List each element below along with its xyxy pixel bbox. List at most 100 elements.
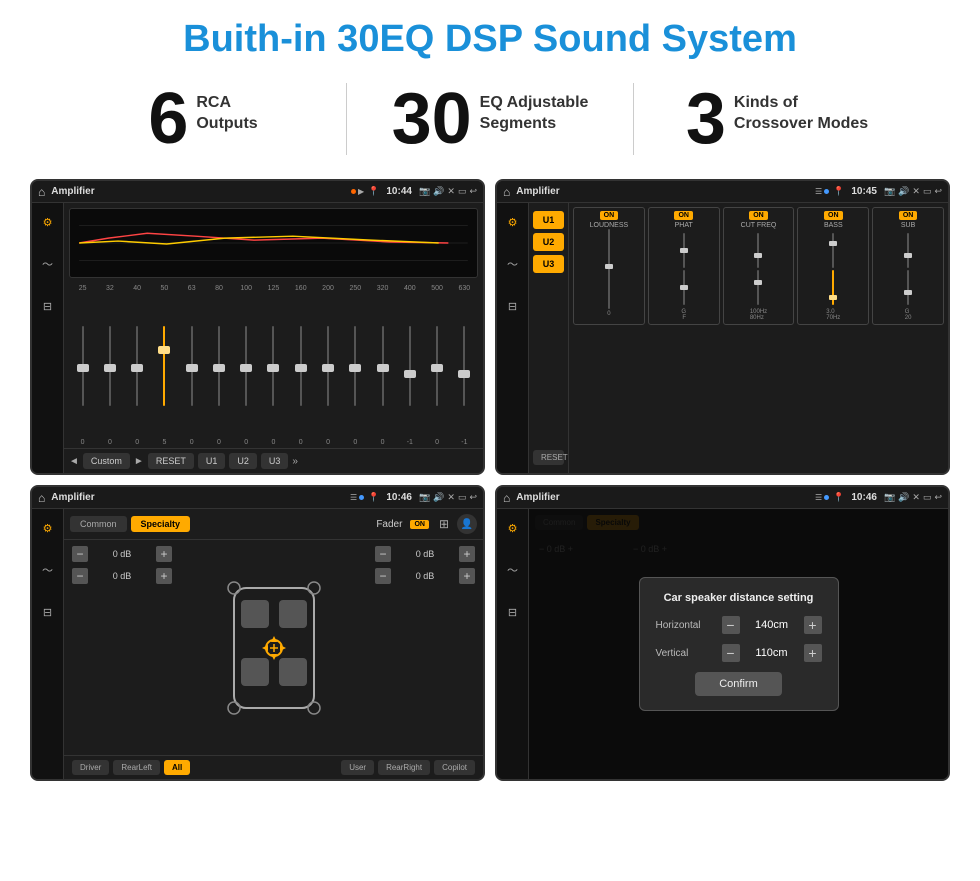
fader-left-plus1[interactable]: + [156, 546, 172, 562]
dialog-title-text: Car speaker distance setting [656, 592, 822, 604]
fader-sidebar-icon2[interactable]: 〜 [37, 559, 59, 581]
fader-tab-specialty[interactable]: Specialty [131, 516, 191, 532]
eq-u3-button[interactable]: U3 [261, 453, 289, 469]
dialog-status-bar: ⌂ Amplifier ☰ 📍 10:46 📷 🔊 ✕ ▭ ↩ [497, 487, 948, 509]
eq-slider-12[interactable] [369, 326, 396, 406]
eq-freq-250: 250 [342, 285, 369, 292]
eq-dot1 [351, 189, 356, 194]
eq-more-icon[interactable]: » [292, 456, 298, 467]
crossover-camera-icon: 📷 [884, 186, 895, 197]
dialog-time: 10:46 [851, 492, 877, 503]
fader-right-db-top: − 0 dB + [375, 546, 475, 562]
dialog-sidebar-icon3[interactable]: ⊟ [502, 601, 524, 623]
eq-home-icon[interactable]: ⌂ [38, 185, 45, 199]
eq-slider-3[interactable] [124, 326, 151, 406]
eq-freq-500: 500 [423, 285, 450, 292]
eq-slider-5[interactable] [178, 326, 205, 406]
dialog-dot [824, 495, 829, 500]
eq-reset-button[interactable]: RESET [148, 453, 194, 469]
fader-settings-icon[interactable]: 👤 [457, 514, 477, 534]
page-title: Buith-in 30EQ DSP Sound System [0, 0, 980, 71]
eq-slider-10[interactable] [314, 326, 341, 406]
fader-sidebar-icon1[interactable]: ⚙ [37, 517, 59, 539]
fader-left-plus2[interactable]: + [156, 568, 172, 584]
fader-left-db-top: − 0 dB + [72, 546, 172, 562]
eq-next-button[interactable]: ► [134, 456, 144, 467]
eq-slider-8[interactable] [260, 326, 287, 406]
crossover-reset-button[interactable]: RESET [533, 450, 564, 465]
fader-left-minus1[interactable]: − [72, 546, 88, 562]
eq-time: 10:44 [386, 186, 412, 197]
eq-sidebar-icon1[interactable]: ⚙ [37, 211, 59, 233]
fader-right-minus1[interactable]: − [375, 546, 391, 562]
fader-copilot-btn[interactable]: Copilot [434, 760, 475, 775]
stat-eq: 30 EQ AdjustableSegments [346, 83, 633, 155]
dialog-sidebar-icon1[interactable]: ⚙ [502, 517, 524, 539]
eq-screen: ⌂ Amplifier ▶ 📍 10:44 📷 🔊 ✕ ▭ ↩ ⚙ 〜 ⊟ [30, 179, 485, 475]
eq-val-12: 0 [369, 439, 396, 446]
eq-back-icon: ↩ [469, 186, 477, 197]
crossover-sidebar-icon3[interactable]: ⊟ [502, 295, 524, 317]
dialog-sidebar-icon2[interactable]: 〜 [502, 559, 524, 581]
crossover-sidebar-icon2[interactable]: 〜 [502, 253, 524, 275]
stat-rca-text: RCAOutputs [196, 83, 257, 135]
eq-main-area: 25 32 40 50 63 80 100 125 160 200 250 32… [64, 203, 483, 473]
vertical-plus-button[interactable]: + [804, 644, 822, 662]
dialog-home-icon[interactable]: ⌂ [503, 491, 510, 505]
eq-u2-button[interactable]: U2 [229, 453, 257, 469]
eq-controls: ◄ Custom ► RESET U1 U2 U3 » [64, 448, 483, 473]
eq-slider-1[interactable] [69, 326, 96, 406]
crossover-home-icon[interactable]: ⌂ [503, 185, 510, 199]
eq-slider-13[interactable] [396, 326, 423, 406]
fader-right-plus2[interactable]: + [459, 568, 475, 584]
phat-f-label: F [681, 315, 686, 321]
fader-close-icon: ✕ [447, 492, 455, 503]
eq-slider-9[interactable] [287, 326, 314, 406]
eq-slider-2[interactable] [96, 326, 123, 406]
bass-label: BASS [824, 222, 843, 229]
eq-minimize-icon: ▭ [458, 186, 467, 197]
crossover-sidebar-icon1[interactable]: ⚙ [502, 211, 524, 233]
fader-tab-row: Common Specialty Fader ON ⊞ 👤 [64, 509, 483, 540]
eq-u1-button[interactable]: U1 [198, 453, 226, 469]
fader-home-icon[interactable]: ⌂ [38, 491, 45, 505]
eq-slider-14[interactable] [423, 326, 450, 406]
eq-slider-7[interactable] [233, 326, 260, 406]
eq-play-icon: ▶ [358, 187, 364, 196]
fader-all-btn[interactable]: All [164, 760, 190, 775]
eq-slider-4[interactable] [151, 326, 178, 406]
eq-freq-25: 25 [69, 285, 96, 292]
confirm-button[interactable]: Confirm [695, 672, 782, 696]
eq-slider-15[interactable] [451, 326, 478, 406]
eq-custom-button[interactable]: Custom [83, 453, 130, 469]
eq-prev-button[interactable]: ◄ [69, 456, 79, 467]
crossover-u2-button[interactable]: U2 [533, 233, 564, 251]
fader-user-btn[interactable]: User [341, 760, 374, 775]
eq-sidebar-icon3[interactable]: ⊟ [37, 295, 59, 317]
horizontal-minus-button[interactable]: − [722, 616, 740, 634]
fader-rearright-btn[interactable]: RearRight [378, 760, 430, 775]
eq-sidebar-icon2[interactable]: 〜 [37, 253, 59, 275]
eq-freq-630: 630 [451, 285, 478, 292]
eq-freq-100: 100 [233, 285, 260, 292]
fader-right-val2: 0 dB [394, 571, 456, 581]
crossover-u1-button[interactable]: U1 [533, 211, 564, 229]
fader-right-plus1[interactable]: + [459, 546, 475, 562]
dialog-main-area: Common Specialty − 0 dB + − 0 dB + Car s… [529, 509, 948, 779]
crossover-screen: ⌂ Amplifier ☰ 📍 10:45 📷 🔊 ✕ ▭ ↩ ⚙ 〜 ⊟ [495, 179, 950, 475]
eq-val-15: -1 [451, 439, 478, 446]
fader-sidebar-icon3[interactable]: ⊟ [37, 601, 59, 623]
horizontal-plus-button[interactable]: + [804, 616, 822, 634]
vertical-minus-button[interactable]: − [722, 644, 740, 662]
eq-slider-11[interactable] [342, 326, 369, 406]
eq-slider-6[interactable] [205, 326, 232, 406]
fader-rearleft-btn[interactable]: RearLeft [113, 760, 160, 775]
dialog-vertical-row: Vertical − 110cm + [656, 644, 822, 662]
fader-right-minus2[interactable]: − [375, 568, 391, 584]
sub-val2: 20 [905, 315, 912, 321]
distance-dialog: Car speaker distance setting Horizontal … [639, 577, 839, 711]
fader-left-minus2[interactable]: − [72, 568, 88, 584]
fader-driver-btn[interactable]: Driver [72, 760, 109, 775]
crossover-u3-button[interactable]: U3 [533, 255, 564, 273]
fader-tab-common[interactable]: Common [70, 516, 127, 532]
